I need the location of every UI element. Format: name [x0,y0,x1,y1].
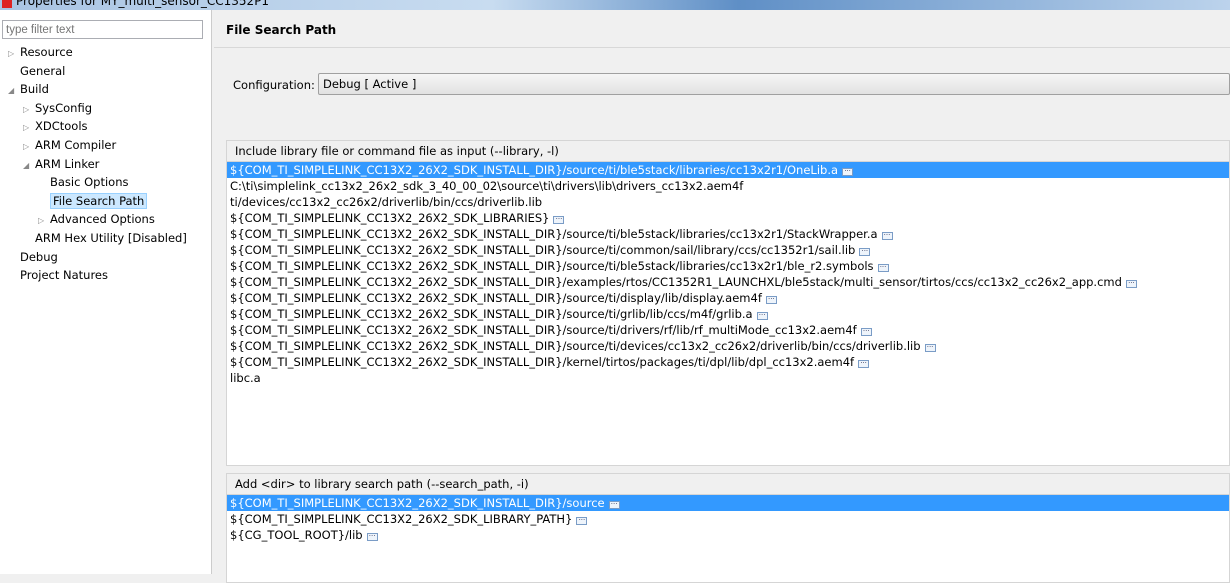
configuration-label: Configuration: [233,78,315,92]
configuration-value: Debug [ Active ] [323,77,417,91]
window-title: Properties for MY_multi_sensor_CC1352P1 [16,0,270,8]
list-item-text: ${COM_TI_SIMPLELINK_CC13X2_26X2_SDK_LIBR… [230,211,550,225]
tree-item[interactable]: ▷ SysConfig [23,99,92,117]
list-item-text: ${CG_TOOL_ROOT}/lib [230,528,363,542]
list-item[interactable]: ${COM_TI_SIMPLELINK_CC13X2_26X2_SDK_INST… [227,274,1229,290]
tree-item-label: SysConfig [35,100,92,115]
variable-ellipsis-icon: ··· [858,360,870,368]
list-item[interactable]: libc.a [227,370,1229,386]
list-item[interactable]: ${COM_TI_SIMPLELINK_CC13X2_26X2_SDK_INST… [227,354,1229,370]
tree-twisty-icon[interactable]: ▷ [38,212,50,230]
list-item[interactable]: ${COM_TI_SIMPLELINK_CC13X2_26X2_SDK_INST… [227,306,1229,322]
tree-item[interactable]: ARM Hex Utility [Disabled] [23,229,187,247]
variable-ellipsis-icon: ··· [756,312,768,320]
list-item[interactable]: ${COM_TI_SIMPLELINK_CC13X2_26X2_SDK_INST… [227,258,1229,274]
search-path-list: Add <dir> to library search path (--sear… [226,473,1230,583]
tree-item[interactable]: ▷ XDCtools [23,117,88,135]
tree-item[interactable]: Project Natures [8,266,108,284]
variable-ellipsis-icon: ··· [553,216,565,224]
app-icon [2,0,12,8]
tree-twisty-icon[interactable]: ▷ [23,138,35,156]
include-library-list: Include library file or command file as … [226,140,1230,466]
list-item-text: ${COM_TI_SIMPLELINK_CC13X2_26X2_SDK_INST… [230,243,856,257]
tree-twisty-icon[interactable]: ▷ [8,45,20,63]
list-item[interactable]: C:\ti\simplelink_cc13x2_26x2_sdk_3_40_00… [227,178,1229,194]
page-title: File Search Path [214,10,1230,48]
variable-ellipsis-icon: ··· [881,232,893,240]
tree-item-label: Resource [20,45,73,59]
list-item[interactable]: ${COM_TI_SIMPLELINK_CC13X2_26X2_SDK_LIBR… [227,210,1229,226]
list-item-text: ${COM_TI_SIMPLELINK_CC13X2_26X2_SDK_INST… [230,323,857,337]
tree-item-label: ARM Linker [35,156,100,171]
list-item-text: ${COM_TI_SIMPLELINK_CC13X2_26X2_SDK_INST… [230,307,753,321]
list-item-text: ${COM_TI_SIMPLELINK_CC13X2_26X2_SDK_INST… [230,339,921,353]
list-item[interactable]: ${COM_TI_SIMPLELINK_CC13X2_26X2_SDK_LIBR… [227,511,1229,527]
list-item-text: ${COM_TI_SIMPLELINK_CC13X2_26X2_SDK_INST… [230,163,839,177]
tree-item[interactable]: File Search Path [38,192,148,210]
variable-ellipsis-icon: ··· [842,168,854,176]
variable-ellipsis-icon: ··· [576,517,588,525]
list-item-text: libc.a [230,371,261,385]
property-page: File Search Path Configuration: Debug [ … [214,10,1230,583]
list-item[interactable]: ${COM_TI_SIMPLELINK_CC13X2_26X2_SDK_INST… [227,322,1229,338]
configuration-select[interactable]: Debug [ Active ] [318,73,1230,95]
tree-twisty-icon[interactable]: ▷ [23,119,35,137]
include-library-label: Include library file or command file as … [227,141,1229,162]
variable-ellipsis-icon: ··· [366,533,378,541]
list-item-text: ${COM_TI_SIMPLELINK_CC13X2_26X2_SDK_INST… [230,275,1122,289]
tree-twisty-icon[interactable]: ◢ [8,82,20,100]
variable-ellipsis-icon: ··· [860,328,872,336]
variable-ellipsis-icon: ··· [765,296,777,304]
list-item-text: ${COM_TI_SIMPLELINK_CC13X2_26X2_SDK_INST… [230,291,762,305]
tree-item-label: General [20,63,66,78]
variable-ellipsis-icon: ··· [608,501,620,509]
tree-item-label: File Search Path [50,192,148,209]
list-item[interactable]: ${CG_TOOL_ROOT}/lib ··· [227,527,1229,543]
list-item[interactable]: ${COM_TI_SIMPLELINK_CC13X2_26X2_SDK_INST… [227,290,1229,306]
list-item-text: C:\ti\simplelink_cc13x2_26x2_sdk_3_40_00… [230,179,744,193]
list-item-text: ti/devices/cc13x2_cc26x2/driverlib/bin/c… [230,195,543,209]
variable-ellipsis-icon: ··· [877,264,889,272]
list-item-text: ${COM_TI_SIMPLELINK_CC13X2_26X2_SDK_LIBR… [230,512,573,526]
tree-item[interactable]: ◢ ARM Linker [23,155,99,173]
tree-item-label: Basic Options [50,175,129,190]
list-item[interactable]: ${COM_TI_SIMPLELINK_CC13X2_26X2_SDK_INST… [227,242,1229,258]
list-item[interactable]: ${COM_TI_SIMPLELINK_CC13X2_26X2_SDK_INST… [227,338,1229,354]
list-item[interactable]: ${COM_TI_SIMPLELINK_CC13X2_26X2_SDK_INST… [227,162,1229,178]
tree-item[interactable]: Debug [8,248,58,266]
list-item-text: ${COM_TI_SIMPLELINK_CC13X2_26X2_SDK_INST… [230,259,874,273]
list-item[interactable]: ti/devices/cc13x2_cc26x2/driverlib/bin/c… [227,194,1229,210]
tree-item[interactable]: General [8,62,65,80]
tree-item-label: XDCtools [35,119,88,134]
tree-item-label: Build [20,82,49,97]
tree-item[interactable]: Basic Options [38,173,128,191]
variable-ellipsis-icon: ··· [859,248,871,256]
window-titlebar: Properties for MY_multi_sensor_CC1352P1 [0,0,1230,10]
property-tree-panel: ▷ResourceGeneral◢Build▷SysConfig▷XDCtool… [0,10,212,574]
tree-item-label: Project Natures [20,268,108,283]
tree-item-label: Debug [20,249,58,264]
tree-item[interactable]: ▷ Resource [8,43,73,61]
list-item-text: ${COM_TI_SIMPLELINK_CC13X2_26X2_SDK_INST… [230,227,878,241]
tree-twisty-icon[interactable]: ◢ [23,157,35,175]
tree-item-label: ARM Hex Utility [Disabled] [35,231,187,245]
tree-item[interactable]: ▷ Advanced Options [38,210,155,228]
filter-input[interactable] [2,20,203,39]
tree-item[interactable]: ▷ ARM Compiler [23,136,116,154]
tree-item-label: Advanced Options [50,212,155,227]
tree-twisty-icon[interactable]: ▷ [23,101,35,119]
list-item[interactable]: ${COM_TI_SIMPLELINK_CC13X2_26X2_SDK_INST… [227,495,1229,511]
tree-item-label: ARM Compiler [35,138,117,152]
list-item-text: ${COM_TI_SIMPLELINK_CC13X2_26X2_SDK_INST… [230,355,855,369]
variable-ellipsis-icon: ··· [924,344,936,352]
variable-ellipsis-icon: ··· [1125,280,1137,288]
list-item[interactable]: ${COM_TI_SIMPLELINK_CC13X2_26X2_SDK_INST… [227,226,1229,242]
list-item-text: ${COM_TI_SIMPLELINK_CC13X2_26X2_SDK_INST… [230,496,605,510]
search-path-label: Add <dir> to library search path (--sear… [227,474,1229,495]
tree-item[interactable]: ◢ Build [8,80,49,98]
